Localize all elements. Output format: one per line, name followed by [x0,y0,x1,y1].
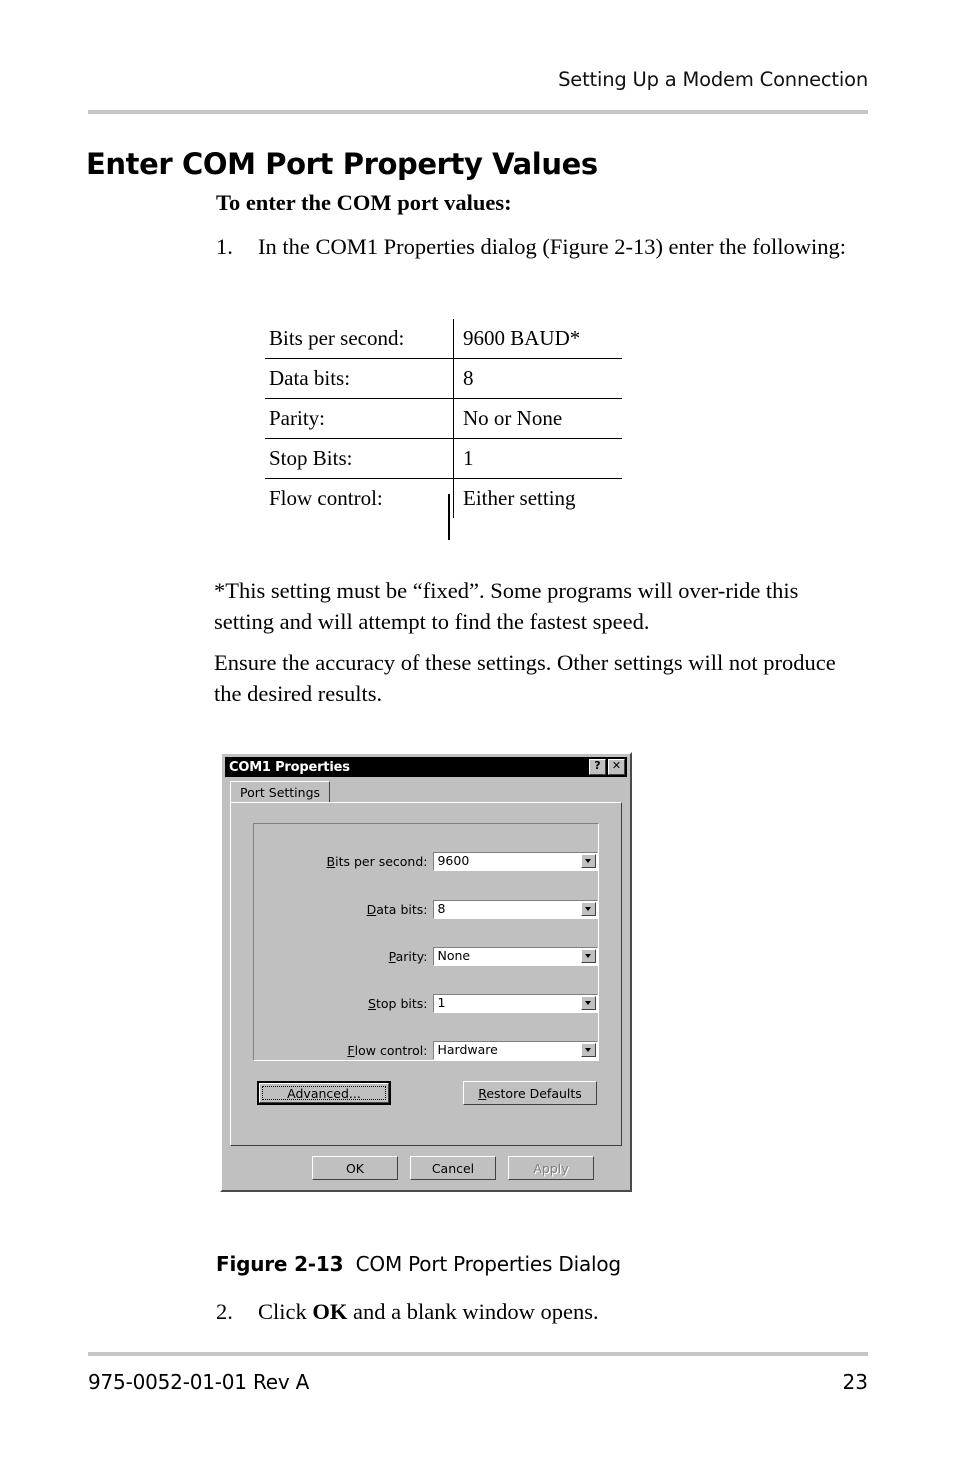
table-row: Data bits: 8 [265,358,622,399]
advanced-button[interactable]: Advanced... [257,1081,391,1105]
data-bits-value: 8 [437,901,446,916]
settings-group-box: Bits per second: 9600 Data bits: 8 Parit… [253,823,599,1061]
table-divider [448,494,450,540]
field-parity: Parity: None [254,945,598,967]
field-flow-control: Flow control: Hardware [254,1039,598,1061]
flow-control-dropdown[interactable]: Hardware [433,1040,598,1060]
flow-control-value: Hardware [437,1042,498,1057]
label-rest: low control: [354,1042,428,1058]
table-cell-value: No or None [453,398,622,439]
header-rule [88,110,868,114]
table-cell-label: Data bits: [265,358,454,399]
figure-title: COM Port Properties Dialog [355,1252,621,1276]
parity-dropdown[interactable]: None [433,946,598,966]
page-number: 23 [842,1370,868,1394]
tab-panel-port-settings: Bits per second: 9600 Data bits: 8 Parit… [230,802,622,1146]
restore-defaults-label: Restore Defaults [478,1086,582,1101]
step-number: 2. [216,1299,233,1324]
com-settings-table: Bits per second: 9600 BAUD* Data bits: 8… [265,319,622,518]
figure-caption: Figure 2-13 COM Port Properties Dialog [216,1252,621,1276]
dialog-title: COM1 Properties [229,759,350,775]
apply-button[interactable]: Apply [508,1156,594,1180]
advanced-button-inner: Advanced... [259,1083,389,1103]
accel-char: P [388,948,396,964]
ensure-paragraph: Ensure the accuracy of these settings. O… [214,649,836,706]
label-rest: its per second: [335,853,428,869]
table-cell-value: 8 [453,358,622,399]
table-cell-label: Flow control: [265,478,454,518]
table-cell-value: Either setting [463,486,576,510]
table-row: Flow control: Either setting [265,478,622,518]
table-row: Parity: No or None [265,398,622,439]
label-rest: ata bits: [376,901,428,917]
accel-char: S [368,995,376,1011]
field-data-bits: Data bits: 8 [254,898,598,920]
restore-defaults-button[interactable]: Restore Defaults [463,1081,597,1105]
step-item-2: 2. Click OK and a blank window opens. [216,1296,876,1328]
field-label-data-bits: Data bits: [254,902,433,917]
footer-rule [88,1352,868,1356]
chevron-down-icon[interactable] [581,995,596,1010]
close-icon[interactable]: ✕ [608,759,625,775]
step-item-1: 1. In the COM1 Properties dialog (Figure… [216,231,876,263]
field-stop-bits: Stop bits: 1 [254,992,598,1014]
table-cell-value: 9600 BAUD* [453,319,622,359]
accel-char: B [326,853,336,869]
help-icon[interactable]: ? [589,759,606,775]
bits-per-second-dropdown[interactable]: 9600 [433,851,598,871]
table-row: Bits per second: 9600 BAUD* [265,319,622,359]
stop-bits-dropdown[interactable]: 1 [433,993,598,1013]
tab-strip: Port Settings [230,781,331,804]
dialog-button-bar: OK Cancel Apply [230,1156,622,1182]
cancel-button[interactable]: Cancel [410,1156,496,1180]
step-text: In the COM1 Properties dialog (Figure 2-… [258,234,847,259]
step-text: Click OK and a blank window opens. [258,1296,876,1328]
field-label-parity: Parity: [254,949,433,964]
dialog-titlebar: COM1 Properties ? ✕ [225,757,627,777]
field-bits-per-second: Bits per second: 9600 [254,850,598,872]
field-label-bits-per-second: Bits per second: [254,854,433,869]
page-title: Enter COM Port Property Values [86,147,598,182]
label-rest: estore Defaults [486,1085,582,1101]
chevron-down-icon[interactable] [581,901,596,916]
step-text-before: Click [258,1299,313,1324]
table-row: Stop Bits: 1 [265,438,622,479]
chevron-down-icon[interactable] [581,948,596,963]
label-rest: top bits: [375,995,428,1011]
figure-label: Figure 2-13 [216,1252,344,1276]
table-cell-label: Parity: [265,398,454,439]
parity-value: None [437,948,471,963]
accel-char: D [366,901,377,917]
label-rest: arity: [395,948,428,964]
stop-bits-value: 1 [437,995,446,1010]
com1-properties-dialog: COM1 Properties ? ✕ Port Settings Bits p… [220,752,632,1192]
procedure-heading: To enter the COM port values: [216,190,512,215]
running-header: Setting Up a Modem Connection [558,68,868,91]
accel-char: F [347,1042,355,1058]
field-label-stop-bits: Stop bits: [254,996,433,1011]
advanced-button-label: Advanced... [262,1086,386,1101]
chevron-down-icon[interactable] [581,853,596,868]
tab-port-settings[interactable]: Port Settings [230,781,331,804]
chevron-down-icon[interactable] [581,1042,596,1057]
table-cell-label: Stop Bits: [265,438,454,479]
step-text-bold: OK [312,1299,348,1324]
table-cell-value: 1 [453,438,622,479]
footnote-paragraph: *This setting must be “fixed”. Some prog… [214,577,799,634]
titlebar-button-group: ? ✕ [589,759,625,775]
table-cell-label: Bits per second: [265,319,454,359]
step-text-after: and a blank window opens. [347,1299,599,1324]
step-number: 1. [216,234,233,259]
data-bits-dropdown[interactable]: 8 [433,899,598,919]
field-label-flow-control: Flow control: [254,1043,433,1058]
bits-per-second-value: 9600 [437,853,470,868]
ok-button[interactable]: OK [312,1156,398,1180]
